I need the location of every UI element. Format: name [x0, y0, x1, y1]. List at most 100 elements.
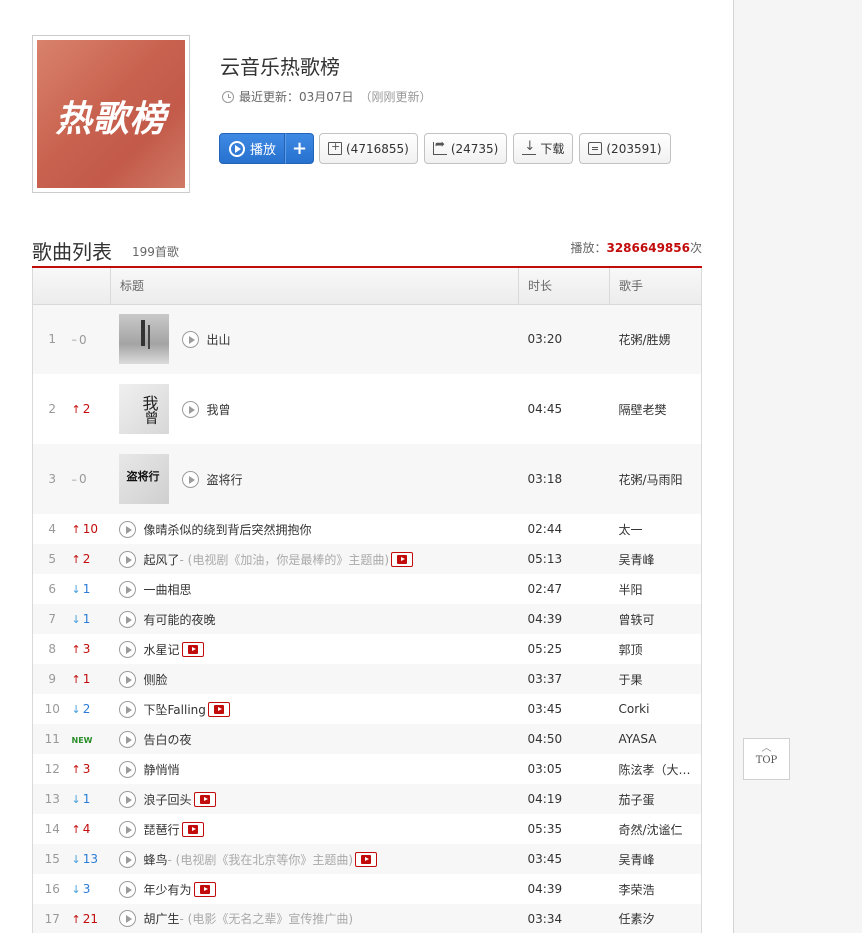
song-name[interactable]: 起风了 [144, 551, 180, 568]
song-artist[interactable]: 任素汐 [610, 904, 702, 933]
mv-icon[interactable] [193, 881, 216, 897]
play-song-icon[interactable] [118, 610, 136, 628]
column-header-duration: 时长 [518, 268, 610, 305]
song-row[interactable]: 9 ↑ 1 侧脸 03:37 于果 [32, 664, 702, 694]
play-song-icon[interactable] [118, 550, 136, 568]
song-name[interactable]: 下坠Falling [144, 701, 206, 718]
download-label: 下载 [540, 142, 565, 156]
song-subtitle: - (电视剧《我在北京等你》主题曲) [167, 852, 354, 867]
song-artist[interactable]: 花粥/胜娚 [610, 304, 702, 374]
song-artist[interactable]: 隔壁老樊 [610, 374, 702, 444]
play-song-icon[interactable] [118, 580, 136, 598]
song-name[interactable]: 琵琶行 [144, 821, 180, 838]
song-title-cell: 水星记 [111, 634, 519, 664]
song-name[interactable]: 出山 [207, 331, 231, 348]
rank-change-indicator: ↑ 2 [72, 402, 91, 416]
song-row[interactable]: 14 ↑ 4 琵琶行 05:35 奇然/沈谧仁 [32, 814, 702, 844]
mv-icon[interactable] [181, 821, 204, 837]
song-artist[interactable]: 茄子蛋 [610, 784, 702, 814]
song-artist[interactable]: 奇然/沈谧仁 [610, 814, 702, 844]
favorite-button[interactable]: (4716855) [319, 133, 418, 164]
play-song-icon[interactable] [118, 820, 136, 838]
add-to-playlist-button[interactable]: + [285, 133, 314, 164]
song-name[interactable]: 年少有为 [144, 881, 192, 898]
song-artist[interactable]: Corki [610, 694, 702, 724]
song-name[interactable]: 告白の夜 [144, 731, 192, 748]
song-artist[interactable]: 吴青峰 [610, 544, 702, 574]
mv-icon[interactable] [391, 551, 414, 567]
song-artist[interactable]: 曾轶可 [610, 604, 702, 634]
song-row[interactable]: 4 ↑ 10 像晴杀似的绕到背后突然拥抱你 02:44 太一 [32, 514, 702, 544]
song-name[interactable]: 静悄悄 [144, 761, 180, 778]
song-row[interactable]: 16 ↓ 3 年少有为 04:39 李荣浩 [32, 874, 702, 904]
song-rank: 5 [48, 552, 57, 566]
song-row[interactable]: 3–0盗将行03:18花粥/马雨阳 [32, 444, 702, 514]
song-row[interactable]: 11 NEW 告白の夜 04:50 AYASA [32, 724, 702, 754]
play-song-icon[interactable] [118, 880, 136, 898]
song-name[interactable]: 胡广生 [144, 910, 180, 927]
song-row[interactable]: 1 –0 出山 03:20 花粥/胜娚 [32, 304, 702, 374]
play-song-icon[interactable] [118, 520, 136, 538]
song-name[interactable]: 我曾 [207, 401, 231, 418]
song-name[interactable]: 盗将行 [207, 471, 243, 488]
song-artist[interactable]: 陈泫孝（大… [610, 754, 702, 784]
song-row[interactable]: 13 ↓ 1 浪子回头 04:19 茄子蛋 [32, 784, 702, 814]
song-row[interactable]: 8 ↑ 3 水星记 05:25 郭顶 [32, 634, 702, 664]
rank-change-indicator: NEW [72, 736, 93, 745]
album-thumbnail[interactable] [118, 384, 169, 434]
mv-icon[interactable] [355, 851, 378, 867]
song-artist[interactable]: 太一 [610, 514, 702, 544]
play-song-icon[interactable] [118, 760, 136, 778]
play-song-icon[interactable] [181, 470, 199, 488]
mv-icon[interactable] [207, 701, 230, 717]
song-row[interactable]: 15 ↓ 13 蜂鸟 - (电视剧《我在北京等你》主题曲) 03:45 吴青峰 [32, 844, 702, 874]
play-song-icon[interactable] [118, 790, 136, 808]
song-row[interactable]: 7 ↓ 1 有可能的夜晚 04:39 曾轶可 [32, 604, 702, 634]
play-song-icon[interactable] [118, 640, 136, 658]
song-name[interactable]: 像晴杀似的绕到背后突然拥抱你 [144, 521, 312, 538]
song-name[interactable]: 有可能的夜晚 [144, 611, 216, 628]
play-song-icon[interactable] [118, 910, 136, 928]
song-row[interactable]: 12 ↑ 3 静悄悄 03:05 陈泫孝（大… [32, 754, 702, 784]
album-thumbnail[interactable] [118, 314, 169, 365]
mv-icon[interactable] [193, 791, 216, 807]
play-button[interactable]: 播放 [219, 133, 285, 164]
song-name[interactable]: 水星记 [144, 641, 180, 658]
song-artist[interactable]: 吴青峰 [610, 844, 702, 874]
update-date: 最近更新：03月07日 [239, 90, 354, 104]
song-artist[interactable]: AYASA [610, 724, 702, 754]
play-song-icon[interactable] [118, 670, 136, 688]
song-artist[interactable]: 李荣浩 [610, 874, 702, 904]
share-button[interactable]: (24735) [423, 133, 508, 164]
rank-change-value: 0 [79, 332, 87, 347]
back-to-top-button[interactable]: ︿ TOP [743, 738, 790, 780]
song-artist[interactable]: 花粥/马雨阳 [610, 444, 702, 514]
song-row[interactable]: 10 ↓ 2 下坠Falling 03:45 Corki [32, 694, 702, 724]
play-song-icon[interactable] [181, 330, 199, 348]
song-title-cell: 浪子回头 [111, 784, 519, 814]
song-artist[interactable]: 于果 [610, 664, 702, 694]
song-artist[interactable]: 郭顶 [610, 634, 702, 664]
rank-change-value: 1 [82, 582, 91, 597]
song-table: 标题 时长 歌手 1–0出山03:20花粥/胜娚2↑2我曾04:45隔壁老樊3–… [32, 268, 702, 933]
song-name[interactable]: 一曲相思 [144, 581, 192, 598]
song-row[interactable]: 6 ↓ 1 一曲相思 02:47 半阳 [32, 574, 702, 604]
comment-button[interactable]: (203591) [579, 133, 671, 164]
song-name[interactable]: 浪子回头 [144, 791, 192, 808]
song-artist[interactable]: 半阳 [610, 574, 702, 604]
song-row[interactable]: 5 ↑ 2 起风了 - (电视剧《加油，你是最棒的》主题曲) 05:13 吴青峰 [32, 544, 702, 574]
download-button[interactable]: 下载 [513, 133, 574, 164]
song-row[interactable]: 17 ↑ 21 胡广生 - (电影《无名之辈》宣传推广曲) 03:34 任素汐 [32, 904, 702, 933]
song-name[interactable]: 蜂鸟 [144, 851, 168, 868]
song-rank: 16 [44, 882, 60, 896]
play-song-icon[interactable] [118, 730, 136, 748]
play-song-icon[interactable] [181, 400, 199, 418]
song-name[interactable]: 侧脸 [144, 671, 168, 688]
play-song-icon[interactable] [118, 700, 136, 718]
play-song-icon[interactable] [118, 850, 136, 868]
album-thumbnail[interactable] [118, 454, 169, 504]
mv-icon[interactable] [181, 641, 204, 657]
comment-count: (203591) [606, 141, 662, 156]
song-row[interactable]: 2↑2我曾04:45隔壁老樊 [32, 374, 702, 444]
song-subtitle: - (电视剧《加油，你是最棒的》主题曲) [179, 552, 390, 567]
